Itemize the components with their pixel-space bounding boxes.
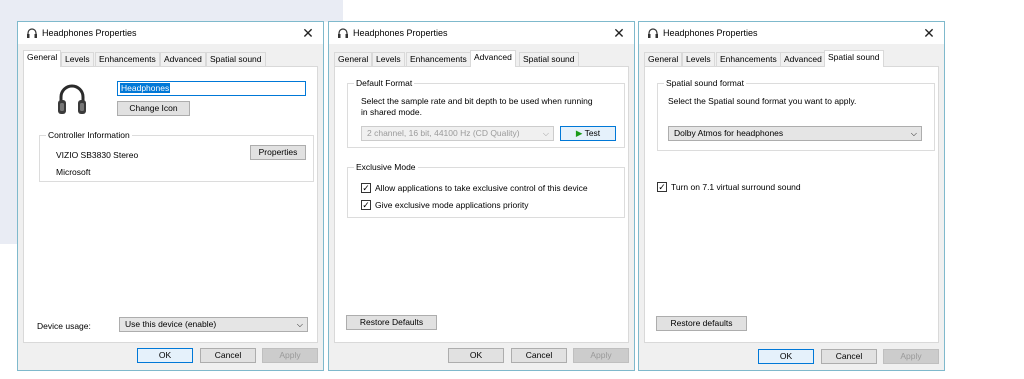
title-bar: Headphones Properties ✕	[18, 22, 323, 44]
allow-exclusive-label: Allow applications to take exclusive con…	[375, 183, 588, 193]
tab-enhancements[interactable]: Enhancements	[716, 52, 781, 66]
default-format-description-cont: in shared mode.	[361, 107, 422, 117]
ok-button[interactable]: OK	[137, 348, 193, 363]
checkmark-icon: ✓	[362, 183, 370, 193]
checkmark-icon: ✓	[658, 182, 666, 192]
format-value: 2 channel, 16 bit, 44100 Hz (CD Quality)	[367, 128, 520, 138]
spatial-format-group: Spatial sound format Select the Spatial …	[657, 78, 935, 151]
change-icon-button[interactable]: Change Icon	[117, 101, 190, 116]
headphones-icon	[338, 28, 348, 38]
device-usage-select[interactable]: Use this device (enable) ⌵	[119, 317, 308, 332]
spatial-format-legend: Spatial sound format	[664, 78, 746, 88]
tab-spatial-sound[interactable]: Spatial sound	[519, 52, 579, 66]
properties-dialog-general: Headphones Properties ✕ General Levels E…	[17, 21, 324, 371]
tab-levels[interactable]: Levels	[61, 52, 94, 66]
cancel-button[interactable]: Cancel	[200, 348, 256, 363]
properties-dialog-spatial: Headphones Properties ✕ General Levels E…	[638, 21, 945, 371]
tab-page-spatial: Spatial sound format Select the Spatial …	[644, 66, 939, 343]
ok-button[interactable]: OK	[758, 349, 814, 364]
controller-name: VIZIO SB3830 Stereo	[56, 150, 139, 160]
device-usage-label: Device usage:	[37, 321, 91, 331]
tab-page-general: Headphones Change Icon Controller Inform…	[23, 66, 318, 343]
apply-button[interactable]: Apply	[262, 348, 318, 363]
tab-advanced[interactable]: Advanced	[780, 52, 826, 66]
window-title: Headphones Properties	[353, 28, 448, 38]
chevron-down-icon: ⌵	[296, 320, 303, 329]
chevron-down-icon: ⌵	[542, 129, 549, 138]
test-button[interactable]: ▶ Test	[560, 126, 616, 141]
title-bar: Headphones Properties ✕	[329, 22, 634, 44]
device-usage-value: Use this device (enable)	[125, 319, 217, 329]
tab-advanced[interactable]: Advanced	[160, 52, 206, 66]
tab-general[interactable]: General	[23, 50, 62, 67]
headphones-device-icon	[58, 84, 86, 114]
spatial-format-description: Select the Spatial sound format you want…	[668, 96, 857, 106]
controller-info-group: Controller Information VIZIO SB3830 Ster…	[39, 130, 314, 182]
background-window-strip	[143, 0, 343, 22]
tab-general[interactable]: General	[334, 52, 373, 66]
exclusive-mode-group: Exclusive Mode ✓ Allow applications to t…	[347, 162, 625, 218]
tab-enhancements[interactable]: Enhancements	[406, 52, 471, 66]
tab-spatial-sound[interactable]: Spatial sound	[824, 50, 884, 67]
format-select[interactable]: 2 channel, 16 bit, 44100 Hz (CD Quality)…	[361, 126, 554, 141]
spatial-format-value: Dolby Atmos for headphones	[674, 128, 784, 138]
headphones-icon	[648, 28, 658, 38]
tab-advanced[interactable]: Advanced	[470, 50, 516, 67]
default-format-description: Select the sample rate and bit depth to …	[361, 96, 593, 106]
tab-page-advanced: Default Format Select the sample rate an…	[334, 66, 629, 343]
cancel-button[interactable]: Cancel	[821, 349, 877, 364]
tab-enhancements[interactable]: Enhancements	[95, 52, 160, 66]
window-title: Headphones Properties	[663, 28, 758, 38]
virtual-surround-label: Turn on 7.1 virtual surround sound	[671, 182, 801, 192]
checkmark-icon: ✓	[362, 200, 370, 210]
spatial-format-select[interactable]: Dolby Atmos for headphones ⌵	[668, 126, 922, 141]
tab-levels[interactable]: Levels	[372, 52, 405, 66]
tab-levels[interactable]: Levels	[682, 52, 715, 66]
headphones-icon	[27, 28, 37, 38]
exclusive-priority-checkbox[interactable]: ✓	[361, 200, 371, 210]
apply-button[interactable]: Apply	[573, 348, 629, 363]
close-icon[interactable]: ✕	[920, 24, 938, 42]
apply-button[interactable]: Apply	[883, 349, 939, 364]
device-name-text: Headphones	[120, 83, 171, 93]
virtual-surround-checkbox[interactable]: ✓	[657, 182, 667, 192]
ok-button[interactable]: OK	[448, 348, 504, 363]
exclusive-mode-legend: Exclusive Mode	[354, 162, 418, 172]
close-icon[interactable]: ✕	[610, 24, 628, 42]
test-label: Test	[584, 128, 601, 138]
tab-spatial-sound[interactable]: Spatial sound	[206, 52, 266, 66]
restore-defaults-button[interactable]: Restore defaults	[656, 316, 747, 331]
properties-dialog-advanced: Headphones Properties ✕ General Levels E…	[328, 21, 635, 371]
cancel-button[interactable]: Cancel	[511, 348, 567, 363]
device-name-field[interactable]: Headphones	[117, 81, 306, 96]
title-bar: Headphones Properties ✕	[639, 22, 944, 44]
default-format-group: Default Format Select the sample rate an…	[347, 78, 625, 148]
allow-exclusive-checkbox[interactable]: ✓	[361, 183, 371, 193]
play-icon: ▶	[575, 128, 583, 138]
restore-defaults-button[interactable]: Restore Defaults	[346, 315, 437, 330]
controller-vendor: Microsoft	[56, 167, 91, 177]
controller-info-legend: Controller Information	[46, 130, 132, 140]
close-icon[interactable]: ✕	[299, 24, 317, 42]
chevron-down-icon: ⌵	[910, 129, 917, 138]
tab-general[interactable]: General	[644, 52, 683, 66]
default-format-legend: Default Format	[354, 78, 415, 88]
exclusive-priority-label: Give exclusive mode applications priorit…	[375, 200, 529, 210]
properties-button[interactable]: Properties	[250, 145, 306, 160]
window-title: Headphones Properties	[42, 28, 137, 38]
